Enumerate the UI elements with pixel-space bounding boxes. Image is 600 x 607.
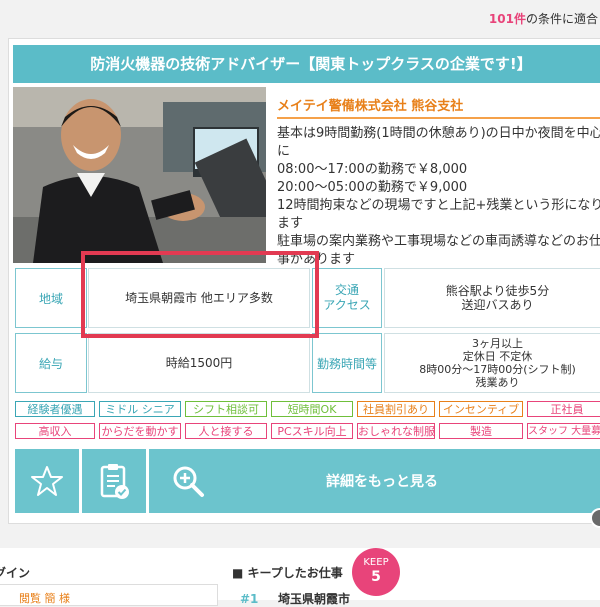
keep-badge[interactable]: KEEP 5 xyxy=(352,548,400,596)
access-value-line1: 熊谷駅より徒歩5分 xyxy=(445,284,550,298)
bottom-section: グイン 閲覧 簡 様 ■ キープしたお仕事 KEEP 5 #1 埼玉県朝霞市 xyxy=(0,548,600,606)
apply-button[interactable] xyxy=(82,449,146,513)
more-details-label: 詳細をもっと見る xyxy=(326,474,438,490)
tag-pc-skill: PCスキル向上 xyxy=(271,423,353,439)
access-value: 熊谷駅より徒歩5分 送迎バスあり xyxy=(384,268,600,328)
job-photo-image xyxy=(13,87,266,263)
tag-experienced: 経験者優遇 xyxy=(15,401,95,417)
access-label: 交通 アクセス xyxy=(312,268,382,328)
keep-badge-title: KEEP xyxy=(363,557,389,568)
access-label-line1: 交通 xyxy=(334,283,359,297)
tag-physical: からだを動かす xyxy=(99,423,181,439)
keep-badge-count: 5 xyxy=(371,569,381,585)
tag-middle-senior: ミドル シニア xyxy=(99,401,181,417)
tag-people: 人と接する xyxy=(185,423,267,439)
job-title[interactable]: 防消火機器の技術アドバイザー【関東トップクラスの企業です!】 xyxy=(13,45,600,83)
hours-value-line2: 定休日 不定休 xyxy=(462,350,533,363)
hours-value-line1: 3ヶ月以上 xyxy=(472,337,523,350)
clipboard-check-icon xyxy=(100,464,129,499)
result-count-suffix: の条件に適合 xyxy=(525,12,598,26)
login-box-text: 閲覧 簡 様 xyxy=(19,592,70,605)
magnifier-plus-icon xyxy=(173,466,204,497)
job-description: 基本は9時間勤務(1時間の休憩あり)の日中か夜間を中心に 08:00〜17:00… xyxy=(277,126,600,265)
hours-value-line4: 残業あり xyxy=(475,376,520,389)
more-details-button[interactable]: 詳細をもっと見る xyxy=(149,449,600,513)
keep-item-text[interactable]: 埼玉県朝霞市 xyxy=(278,590,350,607)
company-divider xyxy=(277,117,600,119)
star-icon xyxy=(31,466,63,496)
access-label-line2: アクセス xyxy=(323,298,371,312)
tag-mass-hiring: スタッフ 大量募集 xyxy=(527,423,600,439)
access-value-line2: 送迎バスあり xyxy=(461,298,534,312)
tag-shift-negotiable: シフト相談可 xyxy=(185,401,267,417)
pay-label: 給与 xyxy=(15,333,87,393)
scroll-indicator[interactable] xyxy=(590,508,600,528)
pay-value: 時給1500円 xyxy=(88,333,310,393)
tag-uniform: おしゃれな制服 xyxy=(357,423,435,439)
area-label: 地域 xyxy=(15,268,87,328)
area-highlight-box xyxy=(81,251,319,338)
company-name[interactable]: メイテイ警備株式会社 熊谷支社 xyxy=(277,95,463,114)
result-count-number: 101件 xyxy=(488,12,526,26)
hours-label: 勤務時間等 xyxy=(312,333,382,393)
login-box[interactable]: 閲覧 簡 様 xyxy=(0,584,218,606)
tag-high-income: 高収入 xyxy=(15,423,95,439)
job-photo xyxy=(13,87,266,263)
keep-heading-text: キープしたお仕事 xyxy=(247,566,343,580)
hours-value-line3: 8時00分〜17時00分(シフト制) xyxy=(419,363,576,376)
tag-employee-discount: 社員割引あり xyxy=(357,401,435,417)
keep-heading: ■ キープしたお仕事 xyxy=(232,566,343,580)
tag-incentive: インセンティブ xyxy=(439,401,523,417)
login-heading: グイン xyxy=(0,566,31,580)
hours-value: 3ヶ月以上 定休日 不定休 8時00分〜17時00分(シフト制) 残業あり xyxy=(384,333,600,393)
top-bar: 101件の条件に適合 xyxy=(0,0,600,38)
keep-item-number: #1 xyxy=(240,592,259,606)
tag-short-hours: 短時間OK xyxy=(271,401,353,417)
tag-full-time: 正社員 xyxy=(527,401,600,417)
favorite-button[interactable] xyxy=(15,449,79,513)
result-count: 101件の条件に適合 xyxy=(489,10,598,27)
tag-manufacturing: 製造 xyxy=(439,423,523,439)
